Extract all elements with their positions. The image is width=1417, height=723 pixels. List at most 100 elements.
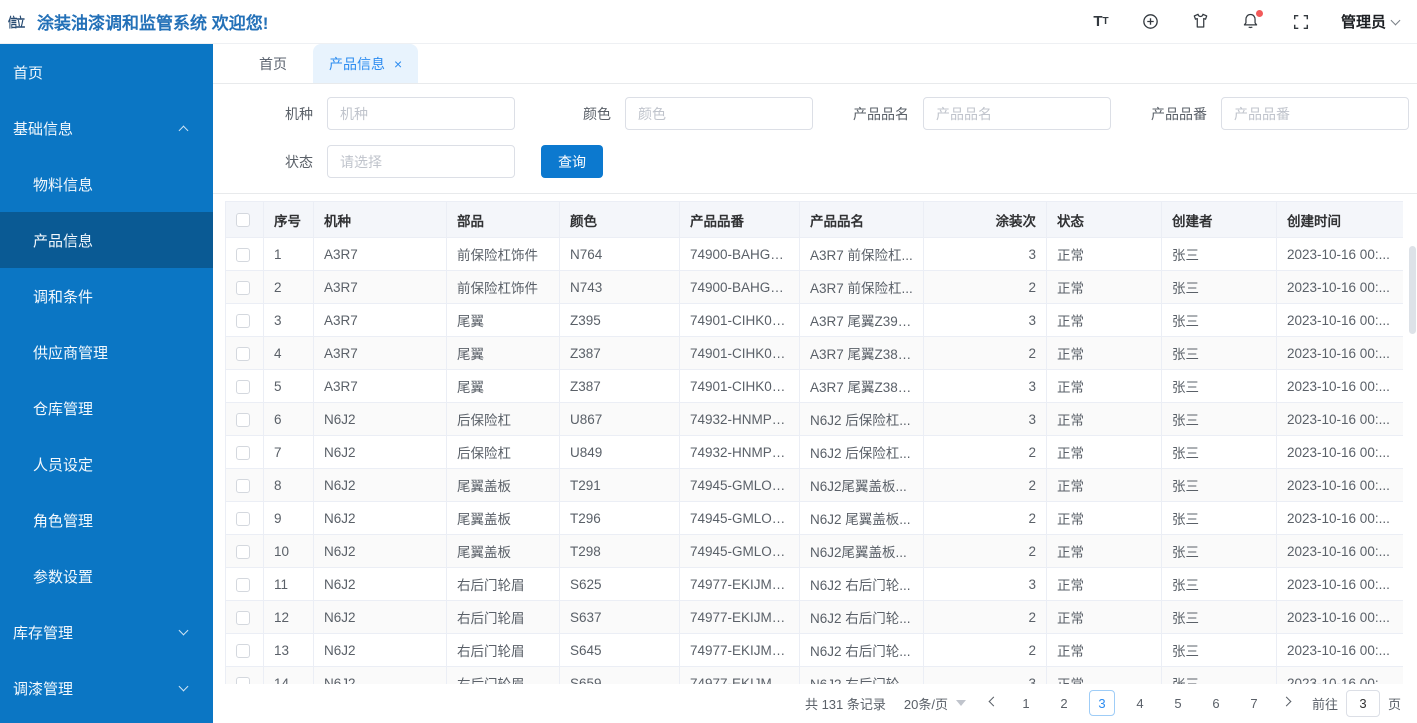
row-checkbox[interactable]: [236, 577, 250, 592]
sidebar-item[interactable]: 首页: [0, 44, 213, 100]
row-checkbox[interactable]: [236, 379, 250, 394]
cell-model: N6J2: [313, 567, 447, 601]
row-checkbox[interactable]: [236, 544, 250, 559]
search-input[interactable]: [327, 97, 515, 130]
sidebar-item[interactable]: 调漆管理: [0, 660, 213, 716]
sidebar-item-label: 角色管理: [33, 512, 94, 530]
next-page-button[interactable]: [1277, 696, 1296, 707]
search-input[interactable]: [923, 97, 1111, 130]
cell-creator: 张三: [1161, 468, 1277, 502]
tab-bar: 首页 产品信息 ×: [213, 44, 1417, 84]
page-size-select[interactable]: 20条/页: [904, 694, 966, 713]
row-checkbox[interactable]: [236, 445, 250, 460]
sidebar-item[interactable]: 供应商管理: [0, 324, 213, 380]
sidebar-item[interactable]: 库存管理: [0, 604, 213, 660]
table-row[interactable]: 13 N6J2 右后门轮眉 S645 74977-EKIJM0... N6J2 右后门轮.…: [225, 633, 1403, 667]
cell-created: 2023-10-16 00:...: [1276, 402, 1403, 436]
jump-suffix: 页: [1387, 696, 1401, 712]
table-row[interactable]: 9 N6J2 尾翼盖板 T296 74945-GMLO0... N6J2 尾翼盖板... 2…: [225, 501, 1403, 535]
sidebar-item-label: 调和条件: [33, 288, 94, 306]
table-row[interactable]: 11 N6J2 右后门轮眉 S625 74977-EKIJM0... N6J2 右后门轮.…: [225, 567, 1403, 601]
row-checkbox[interactable]: [236, 643, 250, 658]
table-row[interactable]: 7 N6J2 后保险杠 U849 74932-HNMP0... N6J2 后保险杠... 2…: [225, 435, 1403, 469]
row-checkbox[interactable]: [236, 313, 250, 328]
cell-created: 2023-10-16 00:...: [1276, 633, 1403, 667]
row-checkbox[interactable]: [236, 676, 250, 684]
cell-color: S637: [559, 600, 680, 634]
cell-model: A3R7: [313, 369, 447, 403]
prev-page-button[interactable]: [984, 696, 1003, 707]
sidebar-item[interactable]: 调和条件: [0, 268, 213, 324]
sidebar-item[interactable]: 人员设定: [0, 436, 213, 492]
table-row[interactable]: 3 A3R7 尾翼 Z395 74901-CIHK00... A3R7 尾翼Z395...…: [225, 303, 1403, 337]
cell-model: N6J2: [313, 534, 447, 568]
font-size-icon[interactable]: TT: [1091, 12, 1111, 32]
cell-seq: 7: [263, 435, 314, 469]
cell-creator: 张三: [1161, 303, 1277, 337]
cell-part: 前保险杠饰件: [446, 270, 560, 304]
cell-name: N6J2 右后门轮...: [799, 567, 924, 601]
table-body: 1 A3R7 前保险杠饰件 N764 74900-BAHG00... A3R7 前保险杠.…: [225, 237, 1403, 684]
theme-icon[interactable]: [1191, 12, 1211, 32]
notification-bell-icon[interactable]: [1241, 9, 1263, 32]
tab-close-icon[interactable]: ×: [394, 57, 402, 71]
table-row[interactable]: 4 A3R7 尾翼 Z387 74901-CIHK00... A3R7 尾翼Z387...…: [225, 336, 1403, 370]
tab-inactive[interactable]: 首页: [243, 44, 303, 83]
sidebar-item[interactable]: 角色管理: [0, 492, 213, 548]
page-number[interactable]: 3: [1088, 690, 1115, 716]
row-checkbox[interactable]: [236, 412, 250, 427]
cell-color: Z387: [559, 369, 680, 403]
row-checkbox[interactable]: [236, 478, 250, 493]
row-checkbox[interactable]: [236, 610, 250, 625]
table-row[interactable]: 10 N6J2 尾翼盖板 T298 74945-GMLO0... N6J2尾翼盖板... 2…: [225, 534, 1403, 568]
sidebar-item[interactable]: 产品信息: [0, 212, 213, 268]
user-menu[interactable]: 管理员: [1341, 11, 1401, 32]
table-row[interactable]: 12 N6J2 右后门轮眉 S637 74977-EKIJM0... N6J2 右后门轮.…: [225, 600, 1403, 634]
row-checkbox-cell: [225, 666, 264, 684]
row-checkbox[interactable]: [236, 247, 250, 262]
table-header-checkbox[interactable]: [236, 213, 250, 228]
cell-name: N6J2 右后门轮...: [799, 633, 924, 667]
language-icon[interactable]: [1141, 12, 1161, 32]
column-header: 颜色: [559, 201, 680, 238]
sidebar-item[interactable]: 参数设置: [0, 548, 213, 604]
cell-status: 正常: [1046, 369, 1162, 403]
sidebar-item[interactable]: 物料信息: [0, 156, 213, 212]
page-number[interactable]: 4: [1127, 690, 1153, 716]
cell-seq: 12: [263, 600, 314, 634]
cell-created: 2023-10-16 00:...: [1276, 468, 1403, 502]
search-button[interactable]: 查询: [541, 145, 603, 178]
row-checkbox[interactable]: [236, 346, 250, 361]
table-row[interactable]: 6 N6J2 后保险杠 U867 74932-HNMP0... N6J2 后保险杠... 3…: [225, 402, 1403, 436]
header-checkbox-cell: [225, 201, 264, 238]
table-row[interactable]: 1 A3R7 前保险杠饰件 N764 74900-BAHG00... A3R7 前保险杠.…: [225, 237, 1403, 271]
row-checkbox[interactable]: [236, 280, 250, 295]
search-input[interactable]: [1221, 97, 1409, 130]
page-number[interactable]: 1: [1013, 690, 1039, 716]
pagination-bar: 共 131 条记录 20条/页 1234567 前往 页: [213, 683, 1417, 723]
table-row[interactable]: 8 N6J2 尾翼盖板 T291 74945-GMLO0... N6J2尾翼盖板... 2 正…: [225, 468, 1403, 502]
table-row[interactable]: 2 A3R7 前保险杠饰件 N743 74900-BAHG00... A3R7 前保险杠.…: [225, 270, 1403, 304]
jump-page-input[interactable]: [1345, 689, 1380, 717]
sidebar-item[interactable]: 基础信息: [0, 100, 213, 156]
search-input[interactable]: [625, 97, 813, 130]
status-select[interactable]: [327, 145, 515, 178]
table-row[interactable]: 5 A3R7 尾翼 Z387 74901-CIHK00... A3R7 尾翼Z387...…: [225, 369, 1403, 403]
vertical-scrollbar[interactable]: [1409, 246, 1416, 334]
cell-part_no: 74901-CIHK00...: [679, 336, 800, 370]
cell-part: 尾翼盖板: [446, 468, 560, 502]
cell-model: N6J2: [313, 501, 447, 535]
cell-color: T296: [559, 501, 680, 535]
table-row[interactable]: 14N6J2右后门轮眉S65974977-EKIJM0...N6J2 右后门轮.…: [225, 666, 1403, 684]
page-number[interactable]: 2: [1051, 690, 1077, 716]
cell-model: A3R7: [313, 303, 447, 337]
page-number[interactable]: 7: [1241, 690, 1267, 716]
page-number[interactable]: 6: [1203, 690, 1229, 716]
table-viewport: 序号 机种 部品 颜色 产品品番 产品品名 涂装次 状态 创建者 创建时间 1 A3R7 前保险杠饰件…: [225, 201, 1403, 684]
row-checkbox[interactable]: [236, 511, 250, 526]
page-number[interactable]: 5: [1165, 690, 1191, 716]
fullscreen-icon[interactable]: [1291, 12, 1311, 32]
tab-active[interactable]: 产品信息 ×: [313, 44, 419, 83]
cell-creator: 张三: [1161, 534, 1277, 568]
sidebar-item[interactable]: 仓库管理: [0, 380, 213, 436]
